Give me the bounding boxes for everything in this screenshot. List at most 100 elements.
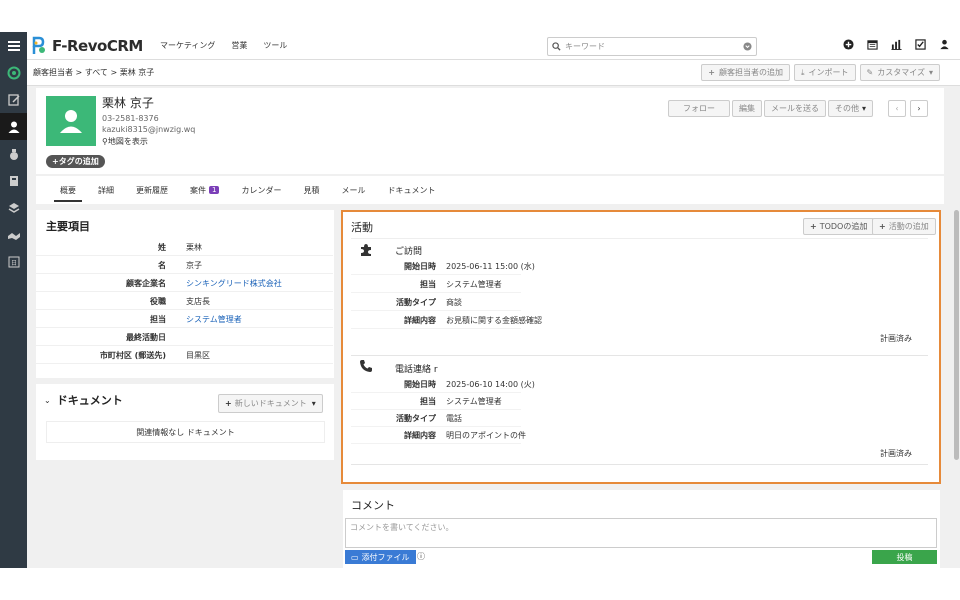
comment-input[interactable]: コメントを書いてください。 <box>345 518 937 548</box>
caret-down-icon: ▾ <box>928 68 933 77</box>
layers-icon[interactable] <box>0 194 27 221</box>
new-document-label: 新しいドキュメント <box>234 399 307 408</box>
contacts-icon[interactable] <box>0 113 27 140</box>
post-comment-button[interactable]: 投稿 <box>872 550 937 564</box>
field-value: 京子 <box>186 261 202 270</box>
comments-panel: コメント コメントを書いてください。 ▭ 添付ファイル ⓘ 投稿 <box>343 490 940 568</box>
show-map-label: 地図を表示 <box>107 137 148 146</box>
documents-empty: 関連情報なし ドキュメント <box>46 421 325 443</box>
tab-deals-label: 案件 <box>190 185 206 195</box>
add-contact-button[interactable]: + 顧客担当者の追加 <box>701 64 790 81</box>
breadcrumb-bar: 顧客担当者 > すべて > 栗林 京子 + 顧客担当者の追加 ⤓ インポート ✎ カス… <box>27 60 960 86</box>
download-icon: ⤓ <box>800 67 805 77</box>
dashboard-icon[interactable] <box>0 59 27 86</box>
nav-tools[interactable]: ツール <box>263 40 287 51</box>
app-logo[interactable]: F-RevoCRM <box>30 36 150 56</box>
more-button[interactable]: その他 ▾ <box>828 100 874 117</box>
documents-title: ドキュメント <box>56 394 123 407</box>
top-bar: F-RevoCRM マーケティング 営業 ツール キーワード <box>27 32 960 60</box>
customize-button[interactable]: ✎ カスタマイズ ▾ <box>859 64 940 81</box>
wrench-icon: ✎ <box>866 68 874 77</box>
field-row: 役職 支店長 <box>36 292 333 310</box>
menu-icon[interactable] <box>0 32 27 59</box>
field-label: 姓 <box>158 243 166 252</box>
field-value: 栗林 <box>186 243 202 252</box>
chart-icon[interactable] <box>891 39 902 50</box>
user-icon[interactable] <box>939 39 950 50</box>
activities-highlight <box>341 210 941 484</box>
caret-down-icon: ▾ <box>862 104 867 113</box>
assignee-link[interactable]: システム管理者 <box>186 314 242 325</box>
main-fields-panel: 主要項目 姓 栗林 名 京子 顧客企業名 シンキングリード株式会社 役職 支店長 担当 シ… <box>36 210 334 378</box>
field-row: 名 京子 <box>36 256 333 274</box>
next-record-button[interactable]: › <box>910 100 928 117</box>
chevron-down-icon[interactable] <box>743 42 752 51</box>
field-label: 市町村区 (郵送先) <box>99 351 166 360</box>
tab-email[interactable]: メール <box>341 176 365 204</box>
send-mail-button[interactable]: メールを送る <box>764 100 826 117</box>
company-link[interactable]: シンキングリード株式会社 <box>186 278 282 289</box>
field-label: 名 <box>158 261 166 270</box>
prev-record-button[interactable]: ‹ <box>888 100 906 117</box>
nav-sales[interactable]: 営業 <box>231 40 247 51</box>
info-icon[interactable]: ⓘ <box>417 551 425 562</box>
money-bag-icon[interactable] <box>0 140 27 167</box>
customize-label: カスタマイズ <box>877 68 925 77</box>
record-tabs: 概要 詳細 更新履歴 案件 1 カレンダー 見積 メール ドキュメント <box>36 176 944 204</box>
attach-file-button[interactable]: ▭ 添付ファイル <box>345 550 416 564</box>
contact-email[interactable]: kazuki8315@jnwzig.wq <box>102 125 195 134</box>
attach-file-label: 添付ファイル <box>361 552 410 562</box>
caret-down-icon: ▾ <box>311 399 316 408</box>
sidebar: 日 <box>0 32 27 568</box>
field-row: 顧客企業名 シンキングリード株式会社 <box>36 274 333 292</box>
field-row: 最終活動日 <box>36 328 333 346</box>
checkbox-icon[interactable] <box>915 39 926 50</box>
edit-icon[interactable] <box>0 86 27 113</box>
tab-summary[interactable]: 概要 <box>54 176 82 204</box>
calendar-icon[interactable] <box>867 39 878 50</box>
handshake-icon[interactable] <box>0 221 27 248</box>
nav-marketing[interactable]: マーケティング <box>160 40 215 51</box>
tab-calendar[interactable]: カレンダー <box>241 176 281 204</box>
contact-name: 栗林 京子 <box>102 96 154 110</box>
tab-deals[interactable]: 案件 1 <box>190 176 220 204</box>
scrollbar[interactable] <box>954 210 959 460</box>
app-name: F-RevoCRM <box>52 36 143 55</box>
documents-panel: ⌄ ドキュメント + 新しいドキュメント ▾ 関連情報なし ドキュメント <box>36 384 334 460</box>
person-icon <box>60 110 82 133</box>
tab-details[interactable]: 詳細 <box>98 176 114 204</box>
contact-header: 栗林 京子 03-2581-8376 kazuki8315@jnwzig.wq … <box>36 88 944 174</box>
follow-button[interactable]: フォロー <box>668 100 730 117</box>
contact-phone[interactable]: 03-2581-8376 <box>102 114 159 123</box>
calendar-day-icon[interactable]: 日 <box>0 248 27 275</box>
field-label: 最終活動日 <box>126 333 166 342</box>
field-value: 支店長 <box>186 297 210 306</box>
field-label: 役職 <box>150 297 166 306</box>
main-fields-title: 主要項目 <box>46 220 90 233</box>
svg-text:日: 日 <box>10 260 16 267</box>
add-contact-label: 顧客担当者の追加 <box>718 68 783 77</box>
search-icon <box>552 42 561 51</box>
new-document-button[interactable]: + 新しいドキュメント ▾ <box>218 394 323 413</box>
chevron-down-icon: ⌄ <box>44 395 51 405</box>
tab-history[interactable]: 更新履歴 <box>136 176 168 204</box>
avatar <box>46 96 96 146</box>
add-circle-icon[interactable] <box>843 39 854 50</box>
book-icon[interactable] <box>0 167 27 194</box>
import-label: インポート <box>808 68 849 77</box>
field-row: 市町村区 (郵送先) 目黒区 <box>36 346 333 364</box>
field-row: 担当 システム管理者 <box>36 310 333 328</box>
field-label: 顧客企業名 <box>126 279 166 288</box>
show-map-link[interactable]: ⚲地図を表示 <box>102 136 148 147</box>
more-label: その他 <box>835 104 859 113</box>
import-button[interactable]: ⤓ インポート <box>793 64 856 81</box>
add-tag-button[interactable]: +タグの追加 <box>46 155 105 168</box>
edit-button[interactable]: 編集 <box>732 100 762 117</box>
tab-quotes[interactable]: 見積 <box>303 176 319 204</box>
tab-documents[interactable]: ドキュメント <box>387 176 435 204</box>
search-input[interactable]: キーワード <box>547 37 757 56</box>
breadcrumb[interactable]: 顧客担当者 > すべて > 栗林 京子 <box>33 67 154 78</box>
upload-icon: ▭ <box>351 552 359 562</box>
documents-toggle[interactable]: ⌄ ドキュメント <box>44 392 123 408</box>
field-row: 姓 栗林 <box>36 238 333 256</box>
